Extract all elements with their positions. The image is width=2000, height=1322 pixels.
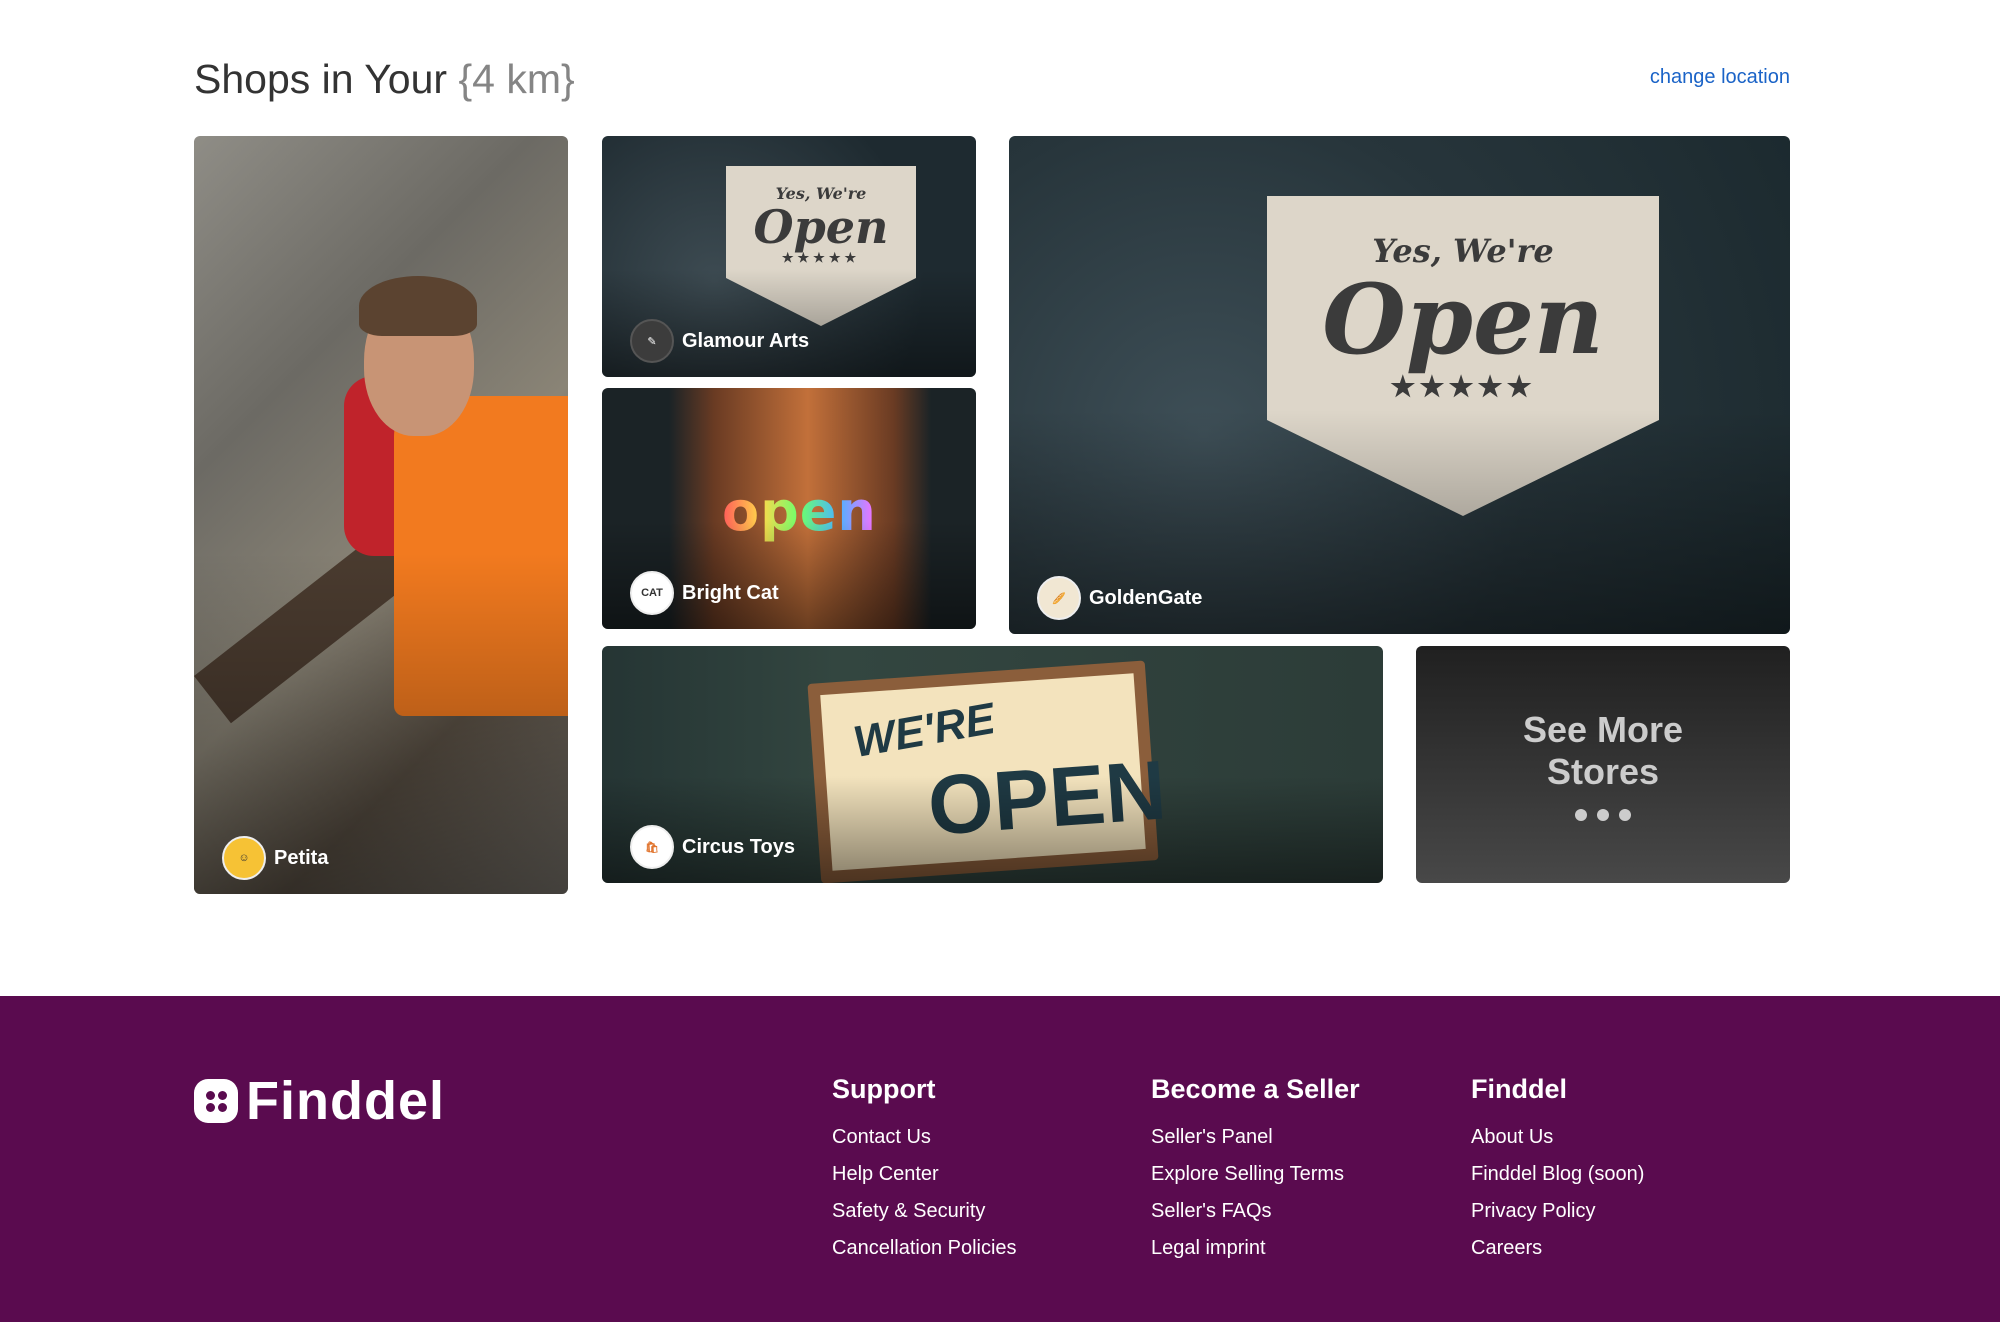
- footer-link-contact-us[interactable]: Contact Us: [832, 1119, 1017, 1156]
- section-title: Shops in Your {4 km}: [194, 56, 575, 103]
- footer-link-legal-imprint[interactable]: Legal imprint: [1151, 1230, 1360, 1267]
- column-heading: Become a Seller: [1151, 1074, 1360, 1104]
- footer-link-sellers-panel[interactable]: Seller's Panel: [1151, 1119, 1360, 1156]
- store-card-glamour-arts[interactable]: Yes, We're Open ★★★★★ ✎ Glamour Arts: [602, 136, 976, 377]
- cat-badge-logo-icon: CAT: [630, 571, 674, 615]
- title-text: Shops in Your: [194, 56, 459, 102]
- footer-link-careers[interactable]: Careers: [1471, 1230, 1644, 1267]
- store-label: 🛍 Circus Toys: [630, 825, 795, 869]
- store-card-goldengate[interactable]: Yes, We're Open ★★★★★ 🥖 GoldenGate: [1009, 136, 1790, 634]
- store-card-bright-cat[interactable]: open CAT Bright Cat: [602, 388, 976, 629]
- dot: [1619, 808, 1631, 821]
- footer-link-help-center[interactable]: Help Center: [832, 1156, 1017, 1193]
- footer-link-safety-security[interactable]: Safety & Security: [832, 1193, 1017, 1230]
- brand-name: Finddel: [246, 1071, 445, 1131]
- see-more-label: See More Stores: [1522, 708, 1684, 792]
- footer-link-sellers-faqs[interactable]: Seller's FAQs: [1151, 1193, 1360, 1230]
- footer-link-selling-terms[interactable]: Explore Selling Terms: [1151, 1156, 1360, 1193]
- footer-link-privacy-policy[interactable]: Privacy Policy: [1471, 1193, 1644, 1230]
- footer-link-cancellation-policies[interactable]: Cancellation Policies: [832, 1230, 1017, 1267]
- see-more-stores-button[interactable]: See More Stores: [1416, 646, 1790, 883]
- store-label: ✎ Glamour Arts: [630, 319, 809, 363]
- dot: [1575, 808, 1587, 821]
- store-name: GoldenGate: [1089, 586, 1203, 609]
- footer-column-support: Support Contact Us Help Center Safety & …: [832, 1074, 1017, 1267]
- ellipsis-icon: [1575, 808, 1631, 821]
- paint-brush-logo-icon: ✎: [630, 319, 674, 363]
- finddel-logo-icon: [194, 1079, 238, 1123]
- title-range: {4 km}: [458, 56, 575, 102]
- store-name: Petita: [274, 846, 329, 869]
- store-label: ☺ Petita: [222, 836, 328, 880]
- footer-column-become-seller: Become a Seller Seller's Panel Explore S…: [1151, 1074, 1360, 1267]
- section-header: Shops in Your {4 km} change location: [194, 52, 1790, 108]
- footer-link-blog[interactable]: Finddel Blog (soon): [1471, 1156, 1644, 1193]
- bread-logo-icon: 🥖: [1037, 576, 1081, 620]
- footer: Finddel Support Contact Us Help Center S…: [0, 996, 2000, 1322]
- store-name: Glamour Arts: [682, 329, 810, 352]
- change-location-link[interactable]: change location: [1650, 66, 1790, 89]
- column-heading: Support: [832, 1074, 936, 1104]
- toy-bag-logo-icon: 🛍: [630, 825, 674, 869]
- store-card-circus-toys[interactable]: WE'RE OPEN 🛍 Circus Toys: [602, 646, 1383, 883]
- dot: [1597, 808, 1609, 821]
- photo-hair: [359, 276, 477, 336]
- store-label: CAT Bright Cat: [630, 571, 779, 615]
- footer-brand[interactable]: Finddel: [194, 1070, 445, 1132]
- store-name: Bright Cat: [682, 581, 779, 604]
- store-card-petita[interactable]: ☺ Petita: [194, 136, 568, 894]
- store-name: Circus Toys: [682, 835, 795, 858]
- footer-link-about-us[interactable]: About Us: [1471, 1119, 1644, 1156]
- store-label: 🥖 GoldenGate: [1037, 576, 1202, 620]
- footer-column-finddel: Finddel About Us Finddel Blog (soon) Pri…: [1471, 1074, 1644, 1267]
- column-heading: Finddel: [1471, 1074, 1567, 1104]
- chef-cartoon-logo-icon: ☺: [222, 836, 266, 880]
